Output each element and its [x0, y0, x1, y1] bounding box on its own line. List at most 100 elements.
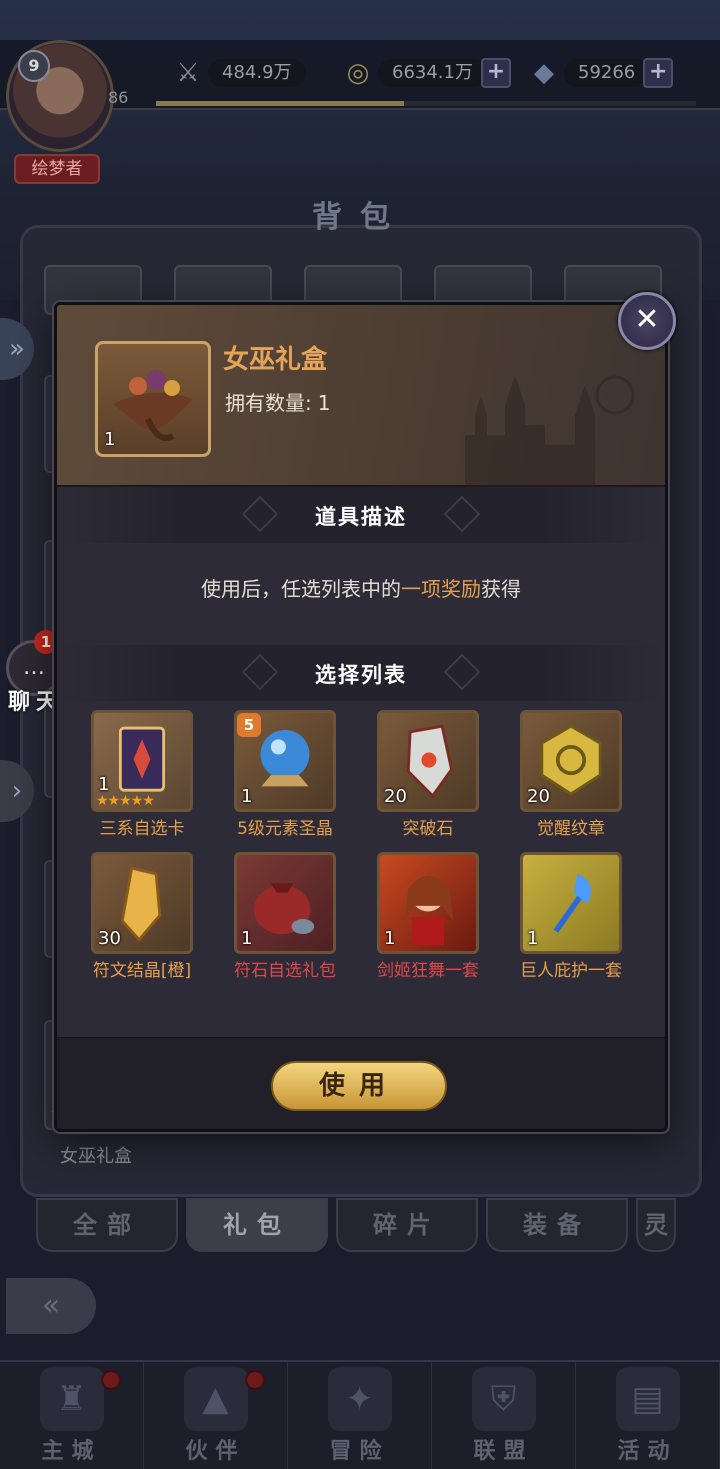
reward-qty: 30 [98, 928, 121, 949]
back-button[interactable]: « [6, 1278, 96, 1334]
tab-all[interactable]: 全部 [36, 1198, 178, 1252]
coin-icon: ◎ [346, 58, 370, 88]
reward-icon-frame: 20 [520, 710, 622, 812]
cards-icon: ▤ [615, 1367, 680, 1431]
description-part-2: 获得 [481, 577, 521, 601]
description-highlight: 一项奖励 [401, 577, 481, 601]
chat-icon: … [23, 655, 45, 680]
reward-name: 突破石 [402, 819, 454, 839]
nav-item-label: 冒险 [329, 1439, 390, 1464]
diamond-value: 59266 [564, 59, 650, 87]
reward-level-badge: 5 [237, 713, 261, 737]
castle-icon: ♜ [39, 1367, 104, 1431]
tab-more[interactable]: 灵 [636, 1198, 676, 1252]
owned-label: 拥有数量: [225, 391, 312, 415]
reward-option[interactable]: 1 剑姬狂舞一套 [373, 852, 483, 981]
tab-fragments[interactable]: 碎片 [336, 1198, 478, 1252]
power-value: 484.9万 [208, 59, 306, 87]
bag-slot[interactable] [174, 265, 272, 305]
add-gold-button[interactable]: + [480, 58, 511, 88]
player-level-badge: 9 [18, 50, 50, 82]
reward-icon-frame: 1 [377, 852, 479, 954]
bag-slot[interactable] [304, 265, 402, 305]
reward-icon-frame: 51 [234, 710, 336, 812]
nav-item-label: 主城 [41, 1439, 102, 1464]
reward-qty: 1 [384, 928, 396, 949]
exp-progress-bar [156, 101, 696, 106]
sword-icon: ⚔ [176, 58, 200, 88]
bag-selected-item-name: 女巫礼盒 [60, 1146, 132, 1167]
use-button[interactable]: 使用 [271, 1061, 447, 1111]
close-icon: ✕ [634, 302, 660, 337]
bag-slot[interactable] [434, 265, 532, 305]
choice-list-title: 选择列表 [315, 663, 407, 687]
item-title: 女巫礼盒 [223, 345, 328, 375]
reward-icon-frame: 1 [520, 852, 622, 954]
reward-icon-frame: 1 [234, 852, 336, 954]
nav-item-3[interactable]: ⛨ 联盟 [432, 1362, 576, 1469]
reward-name: 巨人庇护一套 [520, 961, 622, 981]
reward-name: 觉醒纹章 [537, 819, 605, 839]
nav-item-label: 伙伴 [185, 1439, 246, 1464]
choice-list-section-header: 选择列表 [57, 645, 665, 701]
exp-progress-fill [156, 101, 405, 106]
description-section-header: 道具描述 [57, 487, 665, 543]
reward-qty: 1 [527, 928, 539, 949]
reward-name: 5级元素圣晶 [237, 819, 333, 839]
power-resource: ⚔ 484.9万 [168, 58, 306, 88]
diamond-resource: ◆ 59266 + [524, 58, 674, 88]
reward-option[interactable]: 20 觉醒纹章 [516, 710, 626, 839]
gold-resource: ◎ 6634.1万 + [338, 58, 511, 88]
item-header: 1 女巫礼盒 拥有数量: 1 [57, 305, 665, 487]
close-dialog-button[interactable]: ✕ [618, 292, 676, 350]
description-title: 道具描述 [315, 505, 407, 529]
reward-qty: 1 [98, 774, 110, 795]
diamond-icon: ◆ [534, 58, 554, 88]
reward-option[interactable]: 1 巨人庇护一套 [516, 852, 626, 981]
reward-icon-frame: 30 [91, 852, 193, 954]
reward-option[interactable]: 5 1 5级元素圣晶 [230, 710, 340, 839]
shield-icon: ⛨ [471, 1367, 536, 1431]
nav-item-2[interactable]: ✦ 冒险 [288, 1362, 432, 1469]
gold-value: 6634.1万 [378, 59, 487, 87]
reward-option[interactable]: 20 突破石 [373, 710, 483, 839]
reward-name: 剑姬狂舞一套 [377, 961, 479, 981]
notification-dot [245, 1370, 265, 1390]
reward-option[interactable]: 30 符文结晶[橙] [87, 852, 197, 981]
nav-item-0[interactable]: ♜ 主城 [0, 1362, 144, 1469]
nav-item-4[interactable]: ▤ 活动 [576, 1362, 720, 1469]
item-icon: 1 [95, 341, 211, 457]
bottom-navigation: ♜ 主城 ▲ 伙伴 ✦ 冒险 ⛨ 联盟 ▤ 活动 [0, 1360, 720, 1469]
reward-name: 三系自选卡 [99, 819, 185, 839]
nav-item-label: 活动 [617, 1439, 678, 1464]
owned-count: 拥有数量: 1 [225, 387, 330, 416]
tab-gift-pack[interactable]: 礼包 [186, 1198, 328, 1252]
reward-qty: 1 [241, 786, 253, 807]
add-diamond-button[interactable]: + [643, 58, 674, 88]
bag-title: 背包 [312, 200, 408, 235]
chevron-right-icon: › [11, 776, 23, 806]
reward-option[interactable]: 1 符石自选礼包 [230, 852, 340, 981]
notification-dot [101, 1370, 121, 1390]
player-exp-value: 86 [108, 88, 129, 107]
nav-item-label: 联盟 [473, 1439, 534, 1464]
reward-name: 符文结晶[橙] [92, 961, 192, 981]
reward-qty: 20 [527, 786, 550, 807]
double-chevron-right-icon: » [9, 334, 25, 364]
reward-name: 符石自选礼包 [234, 961, 336, 981]
player-title-tag: 绘梦者 [14, 154, 100, 184]
back-arrow-icon: « [41, 1288, 61, 1323]
reward-icon-frame: 20 [377, 710, 479, 812]
reward-stars: ★★★★★ [96, 793, 155, 809]
item-description: 使用后，任选列表中的一项奖励获得 [57, 573, 665, 602]
bag-category-tabs: 全部 礼包 碎片 装备 灵 [36, 1198, 676, 1256]
nav-item-1[interactable]: ▲ 伙伴 [144, 1362, 288, 1469]
reward-icon-frame: 1 ★★★★★ [91, 710, 193, 812]
witch-hat-icon: ▲ [183, 1367, 248, 1431]
reward-option[interactable]: 1 ★★★★★ 三系自选卡 [87, 710, 197, 839]
tab-equipment[interactable]: 装备 [486, 1198, 628, 1252]
reward-qty: 1 [241, 928, 253, 949]
item-icon-qty: 1 [104, 429, 116, 450]
reward-qty: 20 [384, 786, 407, 807]
castle-silhouette-icon [465, 375, 635, 487]
